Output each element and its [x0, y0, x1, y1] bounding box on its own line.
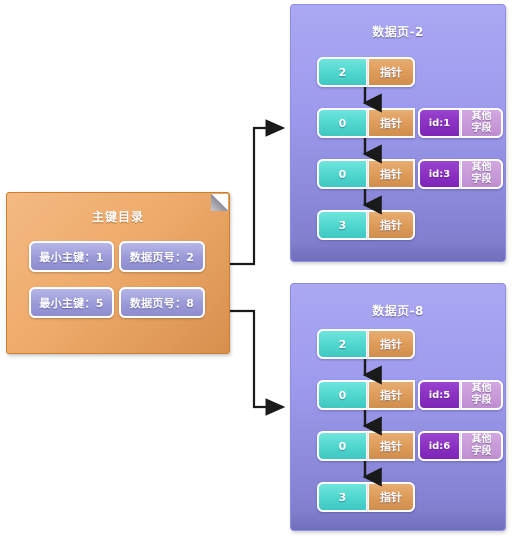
record-num-cell[interactable]: 2 [317, 329, 368, 359]
record-pointer-cell[interactable]: 指针 [368, 210, 415, 240]
record-num-cell[interactable]: 0 [317, 431, 368, 461]
record-row: 0 指针 id:1 其他 字段 [317, 108, 503, 138]
record-pointer-cell[interactable]: 指针 [368, 329, 415, 359]
record-id-cell[interactable]: id:1 [418, 108, 461, 138]
directory-row: 最小主键：1 数据页号：2 [29, 241, 205, 272]
directory-min-key-cell[interactable]: 最小主键：5 [29, 287, 114, 318]
record-row-supremum: 3 指针 [317, 482, 415, 512]
directory-page-no-cell[interactable]: 数据页号：2 [119, 241, 205, 272]
record-num-cell[interactable]: 2 [317, 57, 368, 87]
other-fields-line-1: 其他 [471, 383, 492, 394]
other-fields-line-2: 字段 [471, 123, 492, 134]
data-page-title: 数据页-2 [372, 25, 424, 39]
other-fields-line-2: 字段 [471, 174, 492, 185]
primary-key-directory-card: 主键目录 最小主键：1 数据页号：2 最小主键：5 数据页号：8 [6, 192, 230, 354]
record-other-fields-cell[interactable]: 其他 字段 [461, 108, 503, 138]
record-other-fields-cell[interactable]: 其他 字段 [461, 380, 503, 410]
record-row: 0 指针 id:5 其他 字段 [317, 380, 503, 410]
record-num-cell[interactable]: 0 [317, 159, 368, 189]
record-row-infimum: 2 指针 [317, 329, 415, 359]
record-pointer-cell[interactable]: 指针 [368, 482, 415, 512]
record-pointer-cell[interactable]: 指针 [368, 159, 415, 189]
other-fields-line-1: 其他 [471, 111, 492, 122]
other-fields-line-2: 字段 [471, 446, 492, 457]
directory-row: 最小主键：5 数据页号：8 [29, 287, 205, 318]
directory-page-no-cell[interactable]: 数据页号：8 [119, 287, 205, 318]
record-row-supremum: 3 指针 [317, 210, 415, 240]
record-id-cell[interactable]: id:5 [418, 380, 461, 410]
other-fields-line-2: 字段 [471, 395, 492, 406]
connector-dir1-to-page2 [230, 119, 286, 266]
record-pointer-cell[interactable]: 指针 [368, 108, 415, 138]
record-row-infimum: 2 指针 [317, 57, 415, 87]
record-row: 0 指针 id:6 其他 字段 [317, 431, 503, 461]
record-pointer-cell[interactable]: 指针 [368, 380, 415, 410]
record-other-fields-cell[interactable]: 其他 字段 [461, 159, 503, 189]
record-other-fields-cell[interactable]: 其他 字段 [461, 431, 503, 461]
diagram-canvas: 主键目录 最小主键：1 数据页号：2 最小主键：5 数据页号：8 数据页-2 2… [0, 0, 512, 536]
record-num-cell[interactable]: 0 [317, 108, 368, 138]
record-num-cell[interactable]: 3 [317, 210, 368, 240]
directory-title: 主键目录 [91, 210, 144, 224]
connector-dir2-to-page8 [230, 309, 286, 416]
record-id-cell[interactable]: id:3 [418, 159, 461, 189]
data-page-panel-2: 数据页-2 2 指针 0 指针 id:1 其他 字段 0 指针 id:3 其他 … [290, 4, 506, 262]
directory-min-key-cell[interactable]: 最小主键：1 [29, 241, 114, 272]
record-row: 0 指针 id:3 其他 字段 [317, 159, 503, 189]
record-id-cell[interactable]: id:6 [418, 431, 461, 461]
record-num-cell[interactable]: 0 [317, 380, 368, 410]
other-fields-line-1: 其他 [471, 162, 492, 173]
record-pointer-cell[interactable]: 指针 [368, 57, 415, 87]
data-page-panel-8: 数据页-8 2 指针 0 指针 id:5 其他 字段 0 指针 id:6 其他 … [290, 283, 506, 531]
record-pointer-cell[interactable]: 指针 [368, 431, 415, 461]
other-fields-line-1: 其他 [471, 434, 492, 445]
record-num-cell[interactable]: 3 [317, 482, 368, 512]
data-page-title: 数据页-8 [372, 304, 424, 318]
